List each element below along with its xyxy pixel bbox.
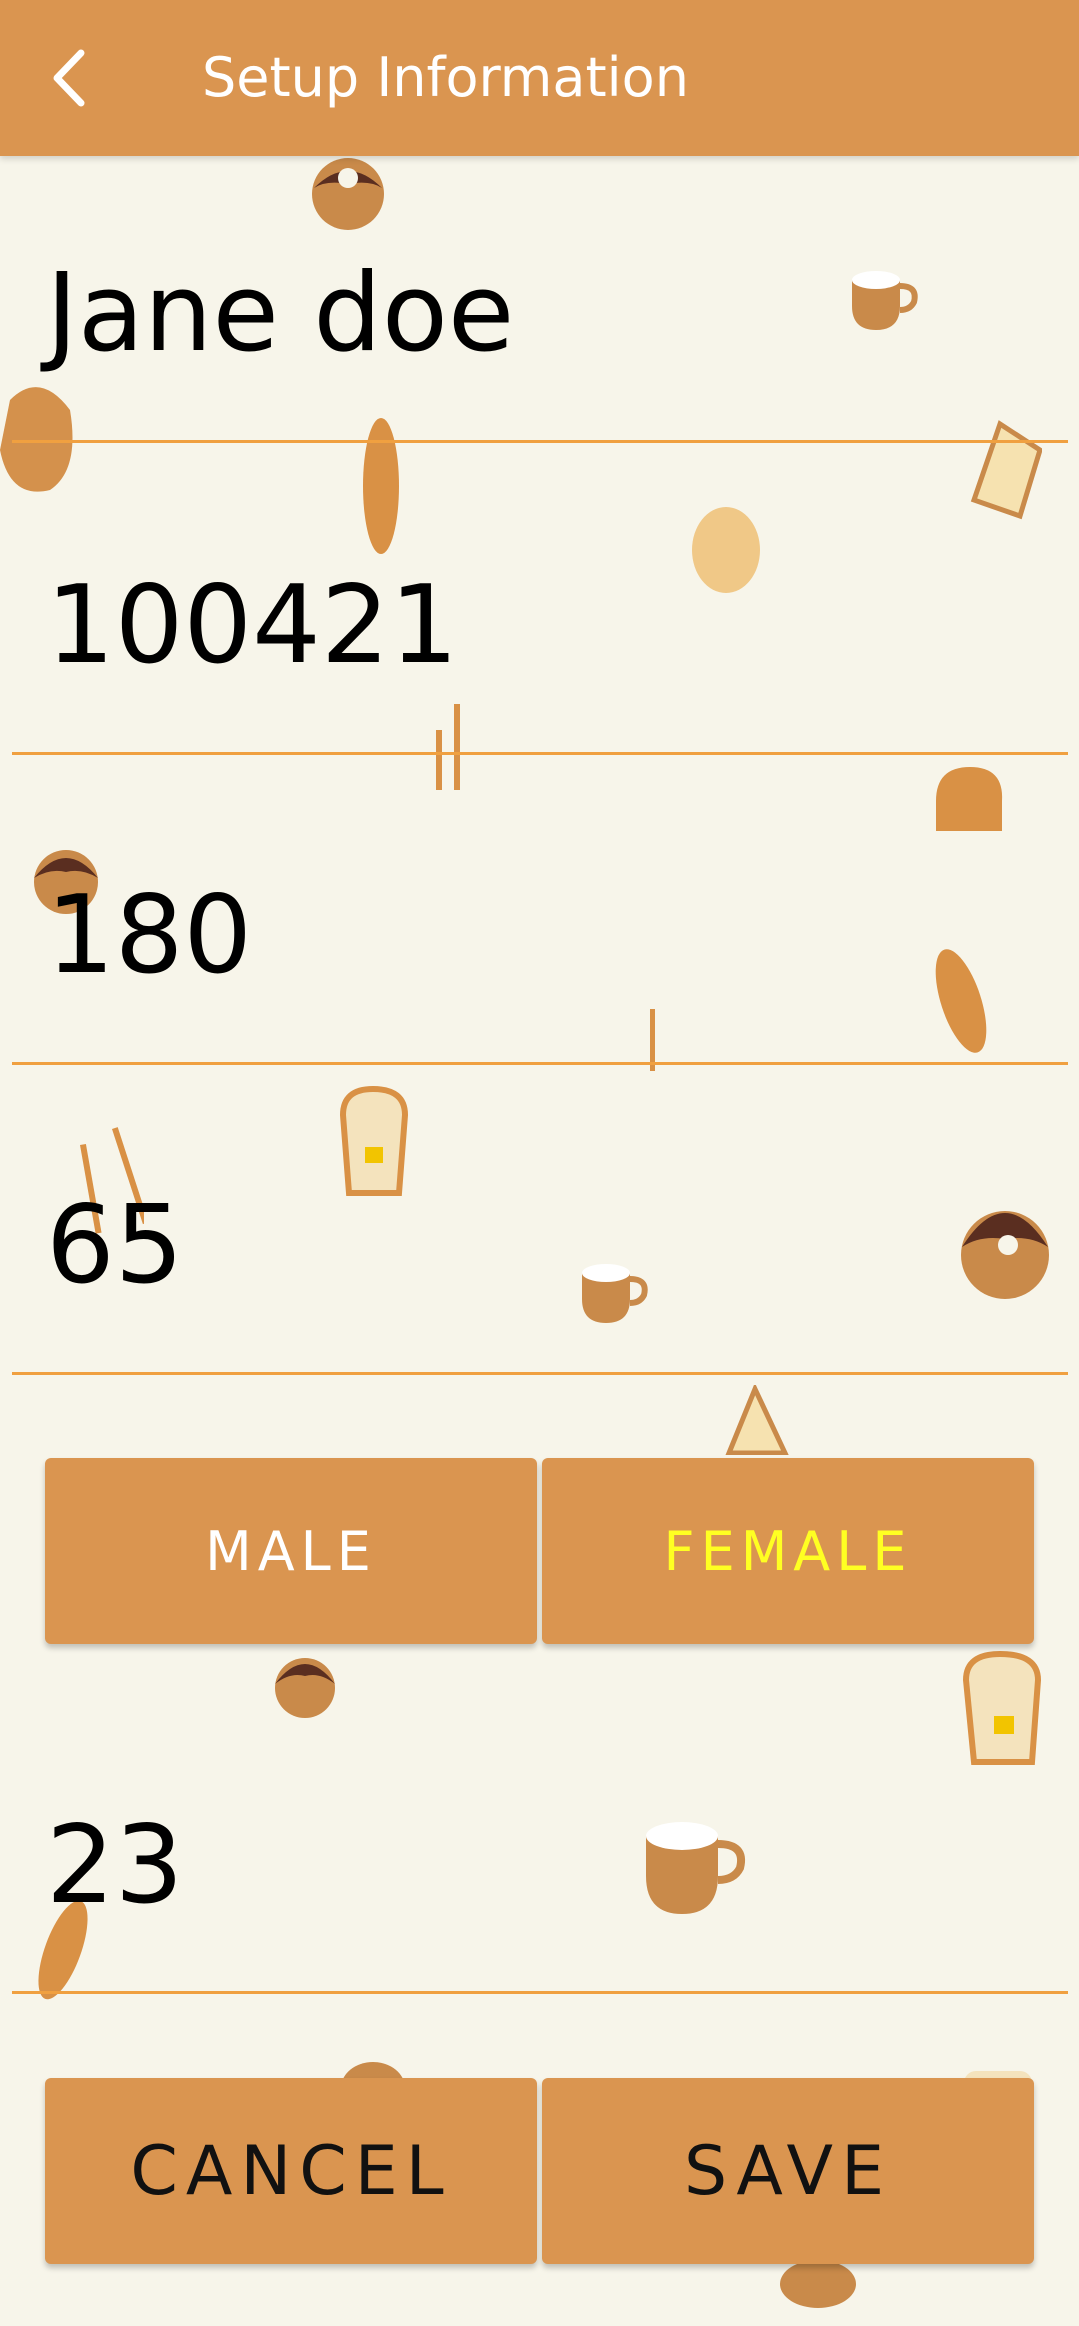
name-underline xyxy=(12,440,1068,443)
save-button[interactable]: SAVE xyxy=(542,2078,1034,2264)
name-value: Jane doe xyxy=(46,251,515,376)
back-button[interactable] xyxy=(30,38,110,118)
weight-underline xyxy=(12,1372,1068,1375)
id-number-value: 100421 xyxy=(46,563,459,688)
chevron-left-icon xyxy=(53,49,85,107)
weight-value: 65 xyxy=(46,1183,184,1308)
page-title: Setup Information xyxy=(202,46,689,109)
age-value: 23 xyxy=(46,1803,184,1928)
app-bar: Setup Information xyxy=(0,0,1079,156)
weight-field[interactable]: 65 xyxy=(12,1066,1068,1376)
height-underline xyxy=(12,1062,1068,1065)
height-field[interactable]: 180 xyxy=(12,756,1068,1066)
id-number-underline xyxy=(12,752,1068,755)
id-number-field[interactable]: 100421 xyxy=(12,446,1068,756)
female-button[interactable]: FEMALE xyxy=(542,1458,1034,1644)
sandwich-decoration-2 xyxy=(725,1385,789,1455)
height-value: 180 xyxy=(46,873,253,998)
bun-decoration-3 xyxy=(780,2262,856,2308)
age-underline xyxy=(12,1991,1068,1994)
age-field[interactable]: 23 xyxy=(12,1686,1068,1996)
male-button[interactable]: MALE xyxy=(45,1458,537,1644)
cancel-button[interactable]: CANCEL xyxy=(45,2078,537,2264)
name-field[interactable]: Jane doe xyxy=(12,156,1068,446)
